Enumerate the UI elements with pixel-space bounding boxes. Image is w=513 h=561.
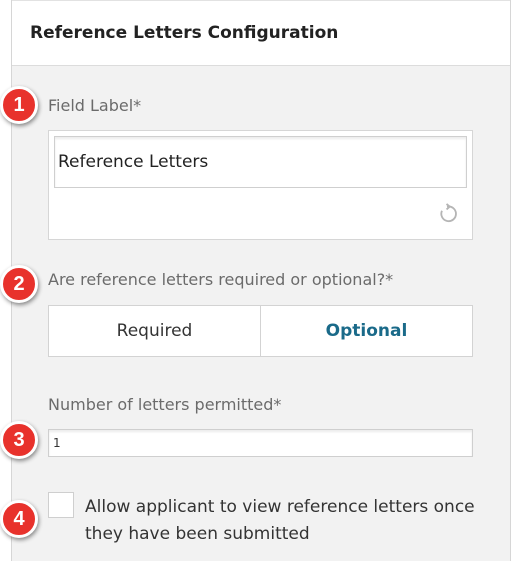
field-label-box bbox=[48, 130, 473, 240]
field-label-heading: Field Label* bbox=[48, 96, 142, 115]
config-panel: Reference Letters Configuration Field La… bbox=[11, 0, 511, 561]
page-title: Reference Letters Configuration bbox=[30, 23, 339, 43]
requirement-question: Are reference letters required or option… bbox=[48, 270, 394, 289]
step-badge-2: 2 bbox=[0, 265, 38, 303]
optional-option[interactable]: Optional bbox=[261, 306, 472, 356]
letters-count-input[interactable] bbox=[48, 429, 473, 457]
undo-icon[interactable] bbox=[436, 203, 458, 225]
step-badge-3: 3 bbox=[0, 421, 38, 459]
required-option[interactable]: Required bbox=[49, 306, 260, 356]
step-badge-4: 4 bbox=[0, 500, 38, 538]
view-letters-label: Allow applicant to view reference letter… bbox=[85, 497, 475, 544]
letters-count-label: Number of letters permitted* bbox=[48, 395, 282, 414]
view-letters-checkbox[interactable] bbox=[48, 492, 74, 518]
required-optional-toggle: Required Optional bbox=[48, 305, 473, 357]
step-badge-1: 1 bbox=[0, 86, 38, 124]
panel-header: Reference Letters Configuration bbox=[12, 0, 510, 66]
field-label-input[interactable] bbox=[54, 136, 467, 188]
